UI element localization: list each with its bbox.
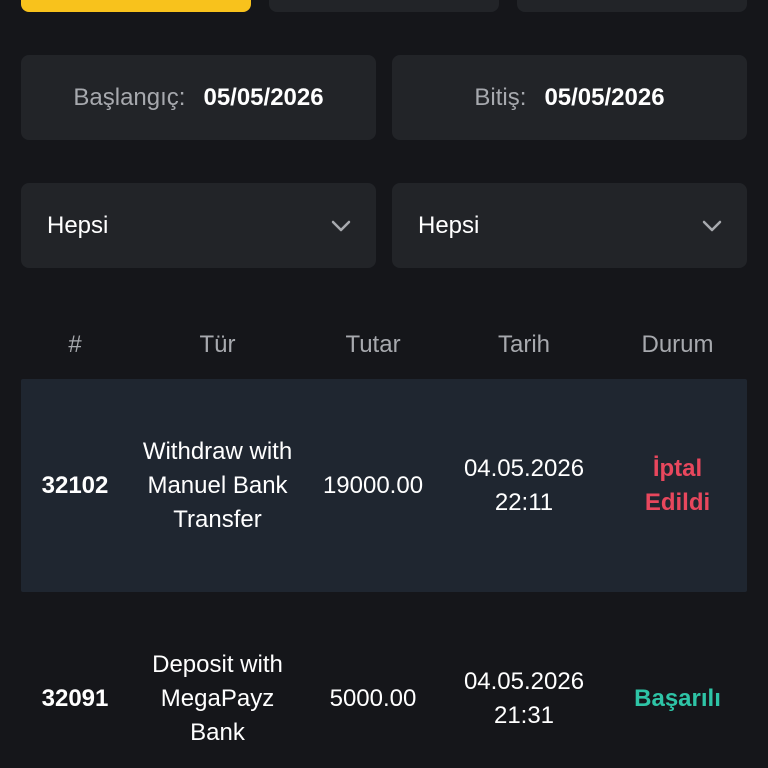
start-date-value: 05/05/2026 [203, 83, 324, 111]
tab-3[interactable] [517, 0, 747, 12]
chevron-down-icon [331, 220, 351, 231]
transaction-history-page: Başlangıç: 05/05/2026 Bitiş: 05/05/2026 … [0, 0, 768, 768]
table-header: # Tür Tutar Tarih Durum [21, 320, 747, 370]
row-type-line: Bank [190, 718, 245, 746]
row-type-line: MegaPayz [160, 684, 275, 712]
status-badge: Başarılı [608, 682, 747, 716]
row-date: 04.05.2026 21:31 [440, 665, 608, 733]
header-id: # [68, 331, 82, 358]
row-type-line: Manuel Bank [147, 471, 288, 499]
type-filter-value: Hepsi [47, 211, 109, 239]
row-amount: 19000.00 [322, 471, 424, 499]
table-row[interactable]: 32091 Deposit with MegaPayz Bank 5000.00… [21, 592, 747, 768]
row-date-day: 04.05.2026 [463, 454, 585, 482]
row-date-time: 21:31 [493, 701, 555, 729]
row-date-time: 22:11 [494, 488, 554, 516]
end-date-field[interactable]: Bitiş: 05/05/2026 [392, 55, 747, 140]
type-filter-select[interactable]: Hepsi [21, 183, 376, 268]
row-type-line: Deposit with [152, 650, 283, 678]
row-id: 32102 [41, 471, 109, 499]
end-date-label: Bitiş: [474, 83, 527, 111]
tab-active[interactable] [21, 0, 251, 12]
start-date-field[interactable]: Başlangıç: 05/05/2026 [21, 55, 376, 140]
status-line: Başarılı [634, 684, 721, 712]
status-filter-value: Hepsi [418, 211, 480, 239]
row-type: Withdraw with Manuel Bank Transfer [129, 435, 306, 537]
header-type: Tür [199, 331, 236, 358]
tab-2[interactable] [269, 0, 499, 12]
table-row[interactable]: 32102 Withdraw with Manuel Bank Transfer… [21, 379, 747, 592]
status-line: İptal [652, 454, 703, 482]
row-amount: 5000.00 [329, 684, 417, 712]
header-date: Tarih [497, 331, 551, 358]
row-type-line: Withdraw with [142, 437, 293, 465]
status-line: Edildi [644, 488, 711, 516]
chevron-down-icon [702, 220, 722, 231]
row-type: Deposit with MegaPayz Bank [129, 648, 306, 750]
status-badge: İptal Edildi [608, 452, 747, 520]
header-status: Durum [641, 331, 714, 358]
header-amount: Tutar [345, 331, 401, 358]
row-date: 04.05.2026 22:11 [440, 452, 608, 520]
row-type-line: Transfer [173, 505, 262, 533]
status-filter-select[interactable]: Hepsi [392, 183, 747, 268]
end-date-value: 05/05/2026 [544, 83, 665, 111]
row-id: 32091 [41, 684, 109, 712]
row-date-day: 04.05.2026 [463, 667, 585, 695]
start-date-label: Başlangıç: [73, 83, 186, 111]
top-tab-bar [21, 0, 747, 12]
